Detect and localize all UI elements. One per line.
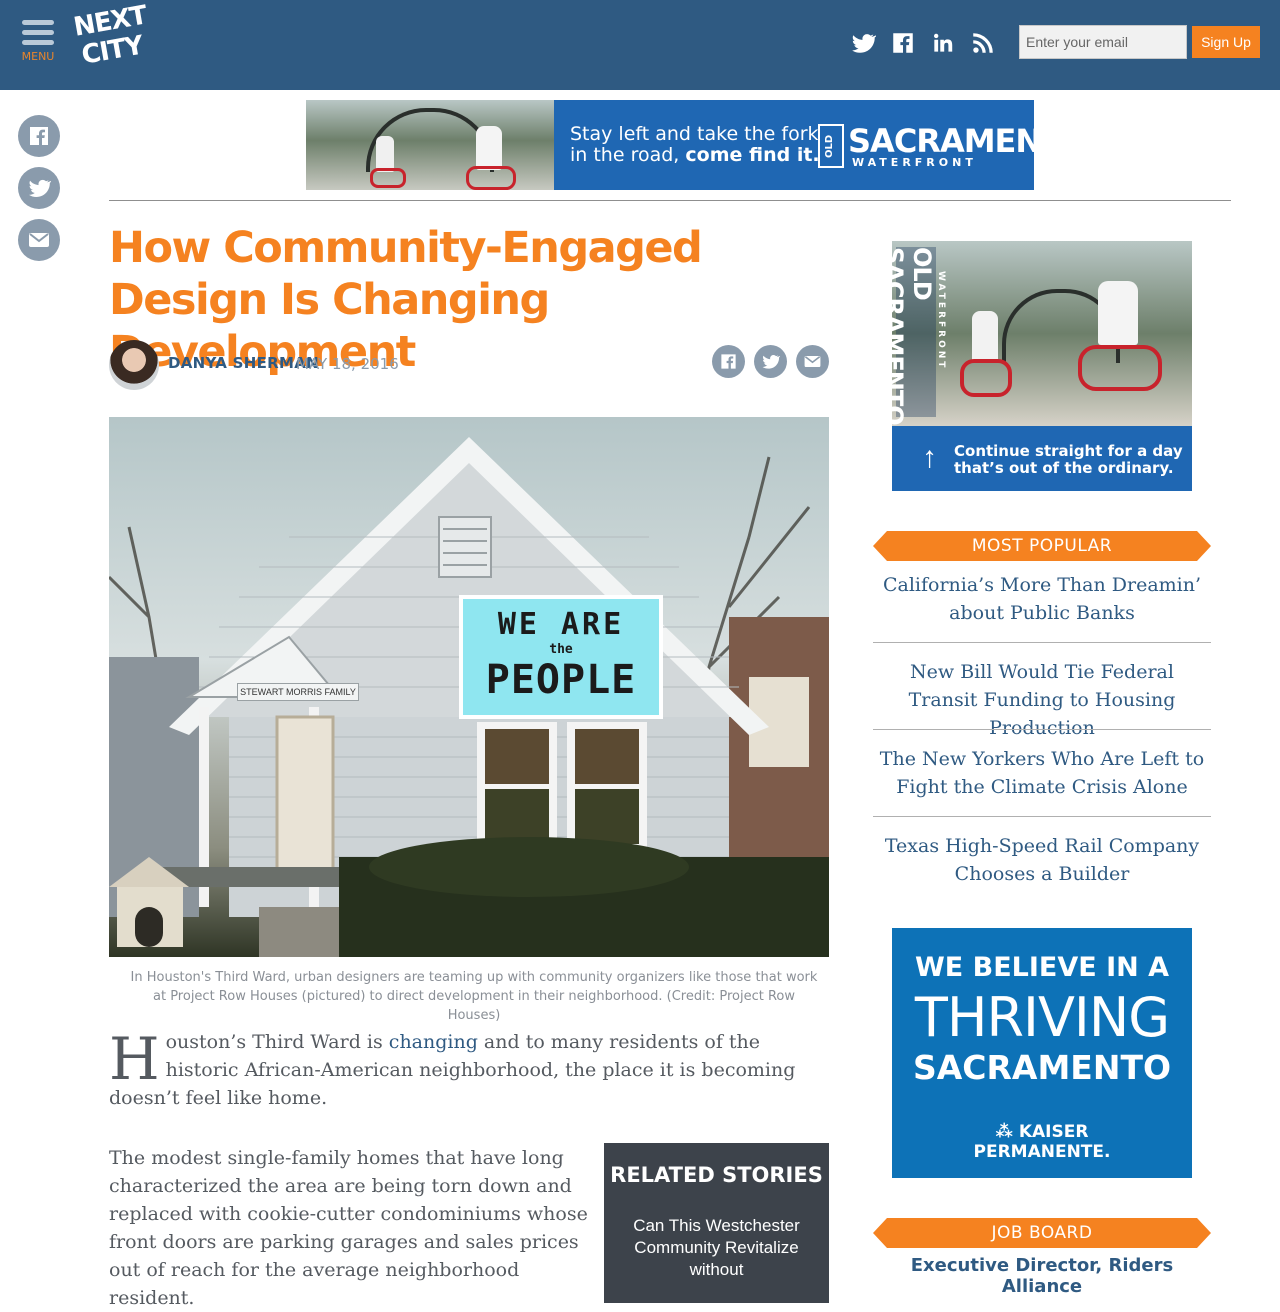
sidebar-ad-brand-sub: WATERFRONT (936, 271, 946, 371)
ad-photo-rider (376, 136, 394, 172)
top-banner-ad[interactable]: Stay left and take the fork in the road,… (306, 100, 1034, 190)
linkedin-icon[interactable] (930, 30, 956, 56)
popular-story-link[interactable]: The New Yorkers Who Are Left to Fight th… (873, 745, 1211, 801)
hero-sign-line1: WE ARE (497, 607, 625, 642)
sidebar-ad-cta-line1: Continue straight for a day (954, 442, 1183, 460)
ad-photo-bike (466, 166, 516, 190)
job-listing-link[interactable]: Executive Director, Riders Alliance (873, 1255, 1211, 1297)
ad-brand-old: OLD (818, 124, 844, 168)
popular-divider (873, 642, 1211, 643)
lede-paragraph: Houston’s Third Ward is changing and to … (109, 1028, 809, 1112)
sidebar-ad-cta-line2: that’s out of the ordinary. (954, 459, 1174, 477)
popular-divider (873, 729, 1211, 730)
publish-date: MAY 18, 2016 (296, 355, 399, 373)
share-email-button[interactable] (796, 345, 829, 378)
popular-divider (873, 816, 1211, 817)
sign-up-button[interactable]: Sign Up (1192, 26, 1260, 58)
arrow-up-icon: ↑ (922, 441, 937, 474)
facebook-icon (30, 127, 48, 145)
sidebar-ad-rider (1098, 281, 1138, 345)
share-facebook-button[interactable] (712, 345, 745, 378)
hero-sign-line2: PEOPLE (485, 657, 637, 703)
author-avatar[interactable] (109, 340, 159, 390)
popular-story-link[interactable]: California’s More Than Dreamin’ about Pu… (873, 571, 1211, 627)
drop-cap: H (109, 1025, 160, 1093)
related-stories-title: RELATED STORIES (610, 1163, 823, 1187)
hero-sign: WE ARE the PEOPLE (461, 607, 661, 703)
ad-text-line2: in the road, (570, 144, 686, 166)
rss-icon[interactable] (970, 30, 996, 56)
sidebar-ad-sacramento[interactable]: OLD SACRAMENTO WATERFRONT ↑ Continue str… (892, 241, 1192, 491)
twitter-icon[interactable] (850, 30, 878, 56)
hamburger-icon (22, 20, 54, 25)
job-board-header: JOB BOARD (873, 1218, 1211, 1248)
sidebar-ad-brand: OLD SACRAMENTO (892, 247, 936, 425)
email-input[interactable] (1019, 25, 1187, 59)
sidebar-ad-bike (1078, 345, 1162, 391)
kaiser-ad-line3: SACRAMENTO (912, 1048, 1172, 1087)
lede-text-before: ouston’s Third Ward is (165, 1031, 389, 1053)
kaiser-ad-line2: THRIVING (914, 986, 1170, 1049)
hamburger-icon-bar (22, 40, 54, 45)
sidebar-ad-bike (960, 359, 1012, 397)
kaiser-ad-line1: WE BELIEVE IN A (914, 952, 1170, 983)
sidebar-ad-brand-city: SACRAMENTO (892, 247, 908, 425)
popular-story-link[interactable]: Texas High-Speed Rail Company Chooses a … (873, 832, 1211, 888)
ad-brand-logo: OLD SACRAMENTO WATERFRONT (818, 122, 1034, 170)
related-stories-box: RELATED STORIES Can This Westchester Com… (604, 1143, 829, 1303)
ad-photo (306, 100, 554, 190)
changing-link[interactable]: changing (389, 1031, 478, 1053)
site-header: MENU NEXT CITY Sign Up (0, 0, 1280, 90)
email-icon (804, 355, 821, 368)
menu-button[interactable]: MENU (18, 20, 58, 68)
twitter-icon (762, 355, 780, 369)
rail-facebook-button[interactable] (18, 115, 60, 157)
related-story-link[interactable]: Can This Westchester Community Revitaliz… (616, 1215, 817, 1281)
hero-sign-small: the (549, 642, 573, 657)
sidebar-ad-brand-old: OLD (908, 247, 936, 300)
ad-photo-bike (370, 168, 406, 188)
porch-sign: STEWART MORRIS FAMILY (237, 683, 359, 701)
header-divider (109, 200, 1231, 201)
ad-text-line2-bold: come find it. (685, 144, 820, 166)
ad-brand-sub: WATERFRONT (852, 156, 977, 169)
kaiser-symbol-icon: ⁂ (995, 1122, 1019, 1142)
hero-caption: In Houston's Third Ward, urban designers… (130, 970, 818, 1023)
email-icon (29, 233, 49, 247)
kaiser-logo: ⁂ KAISER PERMANENTE. (932, 1122, 1152, 1162)
ad-text-line1: Stay left and take the fork (570, 123, 819, 145)
kaiser-logo-text: KAISER PERMANENTE. (973, 1122, 1111, 1162)
rail-email-button[interactable] (18, 219, 60, 261)
hamburger-icon-bar (22, 30, 54, 35)
menu-label: MENU (21, 50, 55, 63)
ad-photo-rider (476, 126, 502, 170)
sidebar-ad-photo: OLD SACRAMENTO WATERFRONT (892, 241, 1192, 426)
facebook-icon (721, 354, 736, 369)
share-twitter-button[interactable] (754, 345, 787, 378)
hero-image: WE ARE the PEOPLE STEWART MORRIS FAMILY (109, 417, 829, 957)
ad-text: Stay left and take the fork in the road,… (570, 124, 820, 166)
ad-brand-city: SACRAMENTO (848, 122, 1034, 160)
rail-twitter-button[interactable] (18, 167, 60, 209)
most-popular-header: MOST POPULAR (873, 531, 1211, 561)
sidebar-ad-kaiser[interactable]: WE BELIEVE IN A THRIVING SACRAMENTO ⁂ KA… (892, 928, 1192, 1178)
body-paragraph: The modest single-family homes that have… (109, 1147, 588, 1309)
sidebar-ad-rider (972, 311, 998, 363)
facebook-icon[interactable] (890, 30, 916, 56)
site-logo[interactable]: NEXT CITY (71, 0, 154, 78)
sidebar-ad-cta: Continue straight for a day that’s out o… (954, 443, 1183, 477)
twitter-icon (29, 179, 51, 197)
